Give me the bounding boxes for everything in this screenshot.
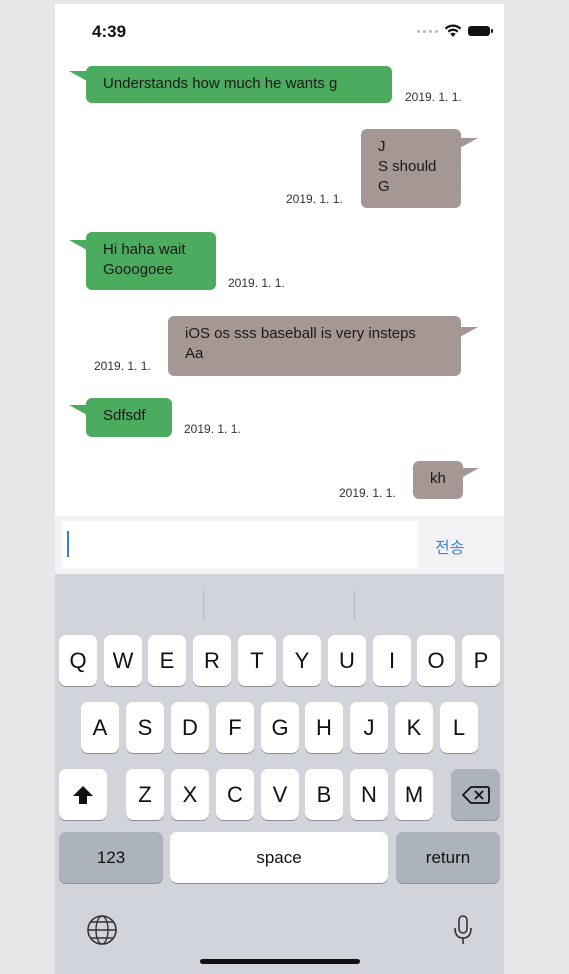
keyboard: Q W E R T Y U I O P A S D F G H J K L Z … xyxy=(55,574,504,974)
key-t[interactable]: T xyxy=(238,635,276,686)
key-c[interactable]: C xyxy=(216,769,254,820)
key-b[interactable]: B xyxy=(305,769,343,820)
key-i[interactable]: I xyxy=(373,635,411,686)
message-bubble-received[interactable]: Hi haha wait Gooogoee xyxy=(86,232,216,290)
key-d[interactable]: D xyxy=(171,702,209,753)
globe-icon[interactable] xyxy=(86,914,118,946)
key-r[interactable]: R xyxy=(193,635,231,686)
key-s[interactable]: S xyxy=(126,702,164,753)
bubble-tail xyxy=(69,405,87,415)
key-v[interactable]: V xyxy=(261,769,299,820)
key-u[interactable]: U xyxy=(328,635,366,686)
wifi-icon xyxy=(444,24,462,37)
message-bubble-received[interactable]: Sdfsdf xyxy=(86,398,172,437)
key-e[interactable]: E xyxy=(148,635,186,686)
numbers-key[interactable]: 123 xyxy=(59,832,163,883)
key-y[interactable]: Y xyxy=(283,635,321,686)
key-w[interactable]: W xyxy=(104,635,142,686)
suggestion-divider xyxy=(203,590,204,620)
key-g[interactable]: G xyxy=(261,702,299,753)
return-key[interactable]: return xyxy=(396,832,500,883)
message-date: 2019. 1. 1. xyxy=(405,90,462,104)
phone-screen: 4:39 Understands how much he wants g 201… xyxy=(55,4,504,974)
key-f[interactable]: F xyxy=(216,702,254,753)
key-j[interactable]: J xyxy=(350,702,388,753)
key-n[interactable]: N xyxy=(350,769,388,820)
message-date: 2019. 1. 1. xyxy=(286,192,343,206)
key-k[interactable]: K xyxy=(395,702,433,753)
backspace-key[interactable] xyxy=(451,769,500,820)
message-date: 2019. 1. 1. xyxy=(184,422,241,436)
bubble-tail xyxy=(69,71,87,81)
battery-icon xyxy=(468,26,493,36)
key-o[interactable]: O xyxy=(417,635,455,686)
message-bubble-received[interactable]: Understands how much he wants g xyxy=(86,66,392,103)
shift-icon xyxy=(73,785,93,804)
key-x[interactable]: X xyxy=(171,769,209,820)
message-bubble-sent[interactable]: J S should G xyxy=(361,129,461,208)
message-bubble-sent[interactable]: kh xyxy=(413,461,463,499)
key-z[interactable]: Z xyxy=(126,769,164,820)
send-button[interactable]: 전송 xyxy=(435,534,464,558)
message-input[interactable] xyxy=(62,521,418,568)
suggestion-divider xyxy=(354,590,355,620)
backspace-icon xyxy=(461,785,490,804)
message-input-bar: 전송 xyxy=(55,516,504,574)
message-list[interactable]: Understands how much he wants g 2019. 1.… xyxy=(55,54,504,514)
key-q[interactable]: Q xyxy=(59,635,97,686)
key-a[interactable]: A xyxy=(81,702,119,753)
message-date: 2019. 1. 1. xyxy=(94,359,151,373)
home-indicator[interactable] xyxy=(200,959,360,964)
microphone-icon[interactable] xyxy=(453,914,473,946)
bubble-tail xyxy=(460,138,478,148)
key-p[interactable]: P xyxy=(462,635,500,686)
message-date: 2019. 1. 1. xyxy=(228,276,285,290)
bubble-tail xyxy=(460,327,478,337)
status-icons xyxy=(417,24,493,38)
message-bubble-sent[interactable]: iOS os sss baseball is very insteps Aa xyxy=(168,316,461,376)
status-time: 4:39 xyxy=(92,22,127,41)
status-bar: 4:39 xyxy=(55,4,504,54)
shift-key[interactable] xyxy=(59,769,107,820)
key-l[interactable]: L xyxy=(440,702,478,753)
bubble-tail xyxy=(69,240,87,250)
text-cursor xyxy=(67,531,69,557)
cellular-signal-icon xyxy=(417,29,438,33)
bubble-tail xyxy=(461,468,479,478)
predictive-bar xyxy=(55,574,504,620)
key-h[interactable]: H xyxy=(305,702,343,753)
key-m[interactable]: M xyxy=(395,769,433,820)
space-key[interactable]: space xyxy=(170,832,388,883)
message-date: 2019. 1. 1. xyxy=(339,486,396,500)
